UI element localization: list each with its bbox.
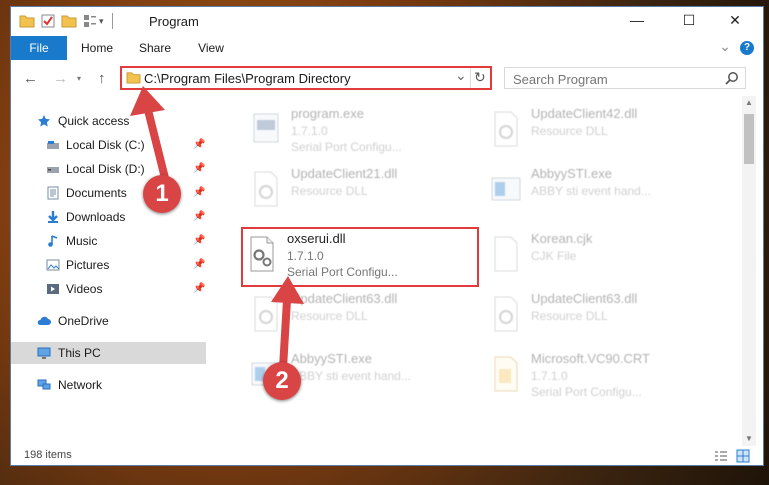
step-1-badge: 1 (143, 175, 181, 213)
arrow-1 (130, 86, 169, 182)
arrow-2 (271, 276, 304, 372)
annotation-arrows (130, 86, 304, 372)
step-2-badge: 2 (263, 362, 301, 400)
